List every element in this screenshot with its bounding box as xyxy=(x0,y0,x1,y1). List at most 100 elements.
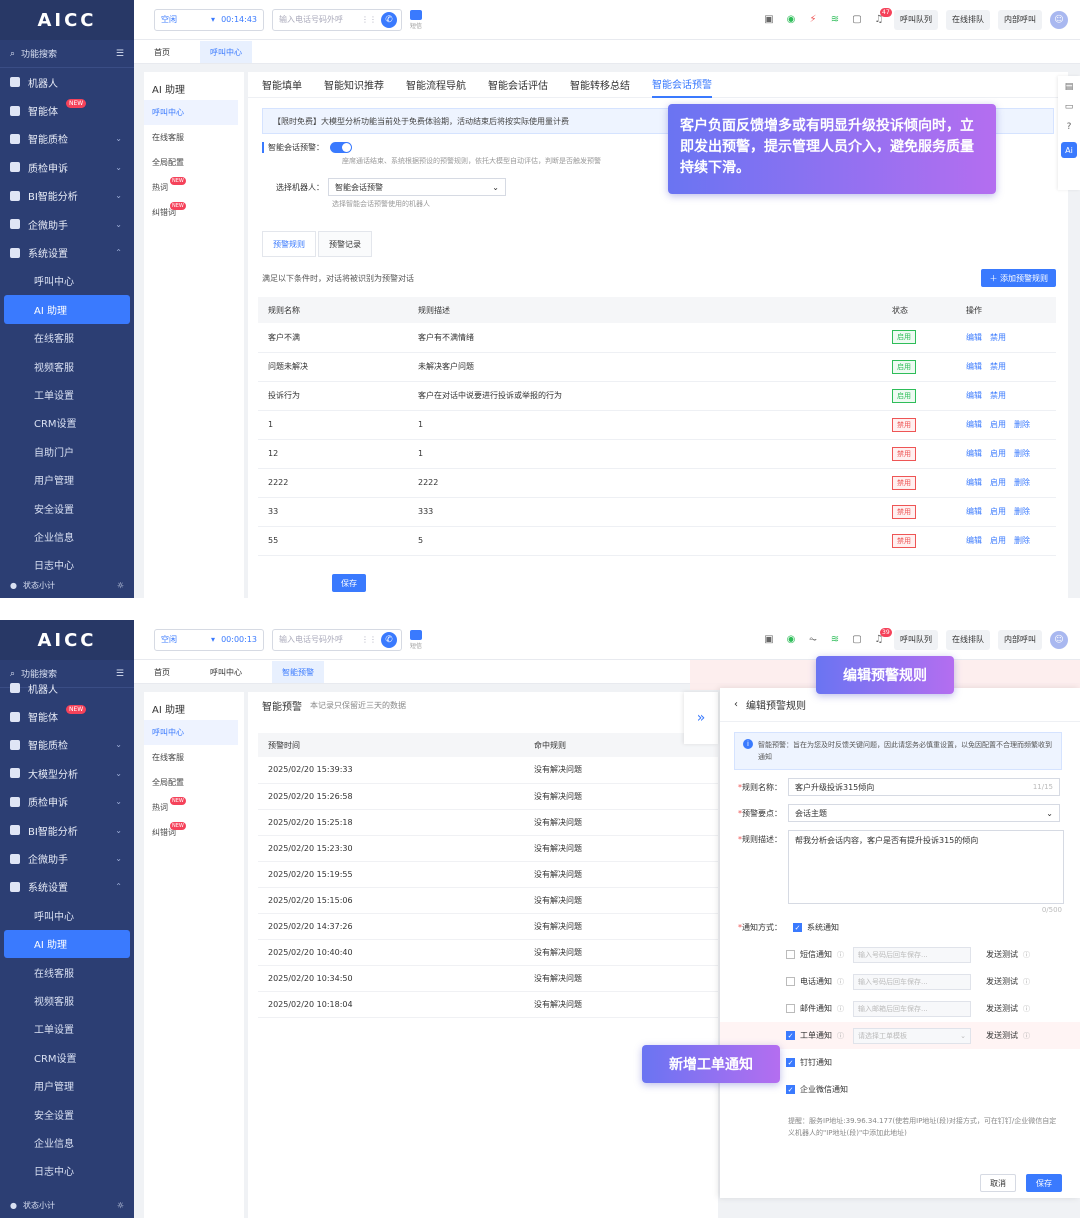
sidebar-subitem[interactable]: 呼叫中心 xyxy=(0,901,134,929)
tab-smart-form[interactable]: 智能填单 xyxy=(262,72,302,98)
subnav-item-online-service[interactable]: 在线客服 xyxy=(144,125,244,150)
agent-status-select[interactable]: 空闲 ▾ 00:00:13 xyxy=(154,628,264,651)
edit-link[interactable]: 编辑 xyxy=(966,536,982,545)
sidebar-item[interactable]: 质检申诉 ⌄ xyxy=(0,788,134,816)
sidebar-item[interactable]: 企微助手 ⌄ xyxy=(0,210,134,238)
notify-checkbox[interactable] xyxy=(786,977,795,986)
online-queue-button[interactable]: 在线排队 xyxy=(946,629,990,650)
subnav-item-online-service[interactable]: 在线客服 xyxy=(144,745,244,770)
notify-checkbox[interactable] xyxy=(786,1004,795,1013)
notify-checkbox[interactable]: ✓ xyxy=(786,1031,795,1040)
rule-desc-textarea[interactable]: 帮我分析会话内容，客户是否有提升投诉315的倾向 xyxy=(788,830,1064,904)
save-button[interactable]: 保存 xyxy=(1026,1174,1062,1192)
sidebar-item[interactable]: 企微助手 ⌄ xyxy=(0,844,134,872)
tab-call-center[interactable]: 呼叫中心 xyxy=(200,661,252,683)
mute-mic-icon[interactable]: ⚡ xyxy=(806,14,820,25)
notify-target-input[interactable]: 请选择工单模板 ⌄ xyxy=(853,1027,971,1044)
notify-target-input[interactable]: 输入号码后回车保存... xyxy=(853,973,971,990)
call-button[interactable]: ✆ xyxy=(381,631,397,648)
sidebar-item[interactable]: 质检申诉 ⌄ xyxy=(0,153,134,181)
message-icon[interactable]: ▣ xyxy=(762,634,776,645)
delete-link[interactable]: 删除 xyxy=(1014,420,1030,429)
delete-link[interactable]: 删除 xyxy=(1014,507,1030,516)
sidebar-subitem[interactable]: 呼叫中心 xyxy=(0,267,134,295)
disable-link[interactable]: 禁用 xyxy=(990,391,1006,400)
sidebar-subitem[interactable]: 工单设置 xyxy=(0,380,134,408)
tab-call-center[interactable]: 呼叫中心 xyxy=(200,41,252,63)
document-icon[interactable]: ▤ xyxy=(1065,82,1074,92)
sun-icon[interactable]: ☼ xyxy=(117,1201,124,1210)
sidebar-subitem[interactable]: 企业信息 xyxy=(0,522,134,550)
subnav-item-hotwords[interactable]: 热词 NEW xyxy=(144,175,244,200)
subnav-item-call-center[interactable]: 呼叫中心 xyxy=(144,720,238,745)
enable-link[interactable]: 启用 xyxy=(990,536,1006,545)
disable-link[interactable]: 禁用 xyxy=(990,333,1006,342)
edit-link[interactable]: 编辑 xyxy=(966,478,982,487)
dial-input[interactable]: 输入电话号码外呼 ⋮⋮ ✆ xyxy=(272,628,402,651)
sidebar-item[interactable]: 智能体 NEW xyxy=(0,702,134,730)
add-rule-button[interactable]: ＋ 添加预警规则 xyxy=(981,269,1056,287)
sidebar-subitem[interactable]: 安全设置 xyxy=(0,494,134,522)
sidebar-subitem[interactable]: 视频客服 xyxy=(0,986,134,1014)
sms-button[interactable]: 短信 xyxy=(410,629,422,650)
subnav-item-correction-words[interactable]: 纠错词 NEW xyxy=(144,200,244,225)
sidebar-item[interactable]: BI智能分析 ⌄ xyxy=(0,816,134,844)
call-queue-button[interactable]: 呼叫队列 xyxy=(894,9,938,30)
notify-target-input[interactable]: 输入邮箱后回车保存... xyxy=(853,1000,971,1017)
edit-link[interactable]: 编辑 xyxy=(966,449,982,458)
sidebar-subitem[interactable]: 在线客服 xyxy=(0,324,134,352)
notify-checkbox[interactable]: ✓ xyxy=(786,1058,795,1067)
dial-input[interactable]: 输入电话号码外呼 ⋮⋮ ✆ xyxy=(272,8,402,31)
sidebar-item[interactable]: 机器人 xyxy=(0,68,134,96)
call-queue-button[interactable]: 呼叫队列 xyxy=(894,629,938,650)
notify-checkbox[interactable]: ✓ xyxy=(786,1085,795,1094)
headset-icon[interactable]: ◉ xyxy=(784,634,798,645)
sidebar-subitem[interactable]: 企业信息 xyxy=(0,1128,134,1156)
subnav-item-call-center[interactable]: 呼叫中心 xyxy=(144,100,238,125)
tab-warning-records[interactable]: 预警记录 xyxy=(318,231,372,257)
sidebar-subitem[interactable]: 在线客服 xyxy=(0,958,134,986)
notify-target-input[interactable]: 输入号码后回车保存... xyxy=(853,946,971,963)
sidebar-item[interactable]: 系统设置 ⌃ xyxy=(0,873,134,901)
save-button[interactable]: 保存 xyxy=(332,574,366,592)
sidebar-item[interactable]: 智能质检 ⌄ xyxy=(0,731,134,759)
avatar[interactable]: ☺ xyxy=(1050,10,1068,29)
keypad-icon[interactable]: ⋮⋮ xyxy=(361,635,377,644)
notify-checkbox[interactable] xyxy=(786,950,795,959)
sidebar-subitem[interactable]: 自助门户 xyxy=(0,437,134,465)
tab-home[interactable]: 首页 xyxy=(144,661,180,683)
keypad-icon[interactable]: ⋮⋮ xyxy=(361,15,377,24)
tab-session-warning[interactable]: 智能会话预警 xyxy=(652,72,712,98)
tab-home[interactable]: 首页 xyxy=(144,41,180,63)
notify-checkbox[interactable]: ✓ xyxy=(793,923,802,932)
sidebar-subitem[interactable]: 用户管理 xyxy=(0,465,134,493)
collapse-menu-icon[interactable]: ☰ xyxy=(116,49,124,59)
back-chevron-icon[interactable]: ‹ xyxy=(734,699,738,710)
internal-call-button[interactable]: 内部呼叫 xyxy=(998,629,1042,650)
sidebar-subitem[interactable]: 工单设置 xyxy=(0,1015,134,1043)
headset-icon[interactable]: ◉ xyxy=(784,14,798,25)
send-test-link[interactable]: 发送测试 xyxy=(986,976,1018,987)
send-test-link[interactable]: 发送测试 xyxy=(986,949,1018,960)
online-queue-button[interactable]: 在线排队 xyxy=(946,9,990,30)
sidebar-item[interactable]: 智能体 NEW xyxy=(0,96,134,124)
subnav-item-hotwords[interactable]: 热词 NEW xyxy=(144,795,244,820)
status-summary[interactable]: ● 状态小计 ☼ xyxy=(0,1192,134,1218)
agent-status-select[interactable]: 空闲 ▾ 00:14:43 xyxy=(154,8,264,31)
tab-warning-rules[interactable]: 预警规则 xyxy=(262,231,316,257)
tab-smart-warning[interactable]: 智能预警 xyxy=(272,661,324,683)
call-button[interactable]: ✆ xyxy=(381,11,397,28)
disable-link[interactable]: 禁用 xyxy=(990,362,1006,371)
enable-link[interactable]: 启用 xyxy=(990,420,1006,429)
subnav-item-global-config[interactable]: 全局配置 xyxy=(144,150,244,175)
calendar-icon[interactable]: ▢ xyxy=(850,634,864,645)
delete-link[interactable]: 删除 xyxy=(1014,478,1030,487)
tab-transfer-summary[interactable]: 智能转移总结 xyxy=(570,72,630,98)
rule-name-input[interactable]: 客户升级投诉315倾向 11/15 xyxy=(788,778,1060,796)
sidebar-subitem[interactable]: AI 助理 xyxy=(4,929,130,958)
enable-link[interactable]: 启用 xyxy=(990,449,1006,458)
sidebar-subitem[interactable]: 日志中心 xyxy=(0,1157,134,1185)
sun-icon[interactable]: ☼ xyxy=(117,581,124,590)
chat-icon[interactable]: ▭ xyxy=(1065,102,1074,112)
edit-link[interactable]: 编辑 xyxy=(966,507,982,516)
